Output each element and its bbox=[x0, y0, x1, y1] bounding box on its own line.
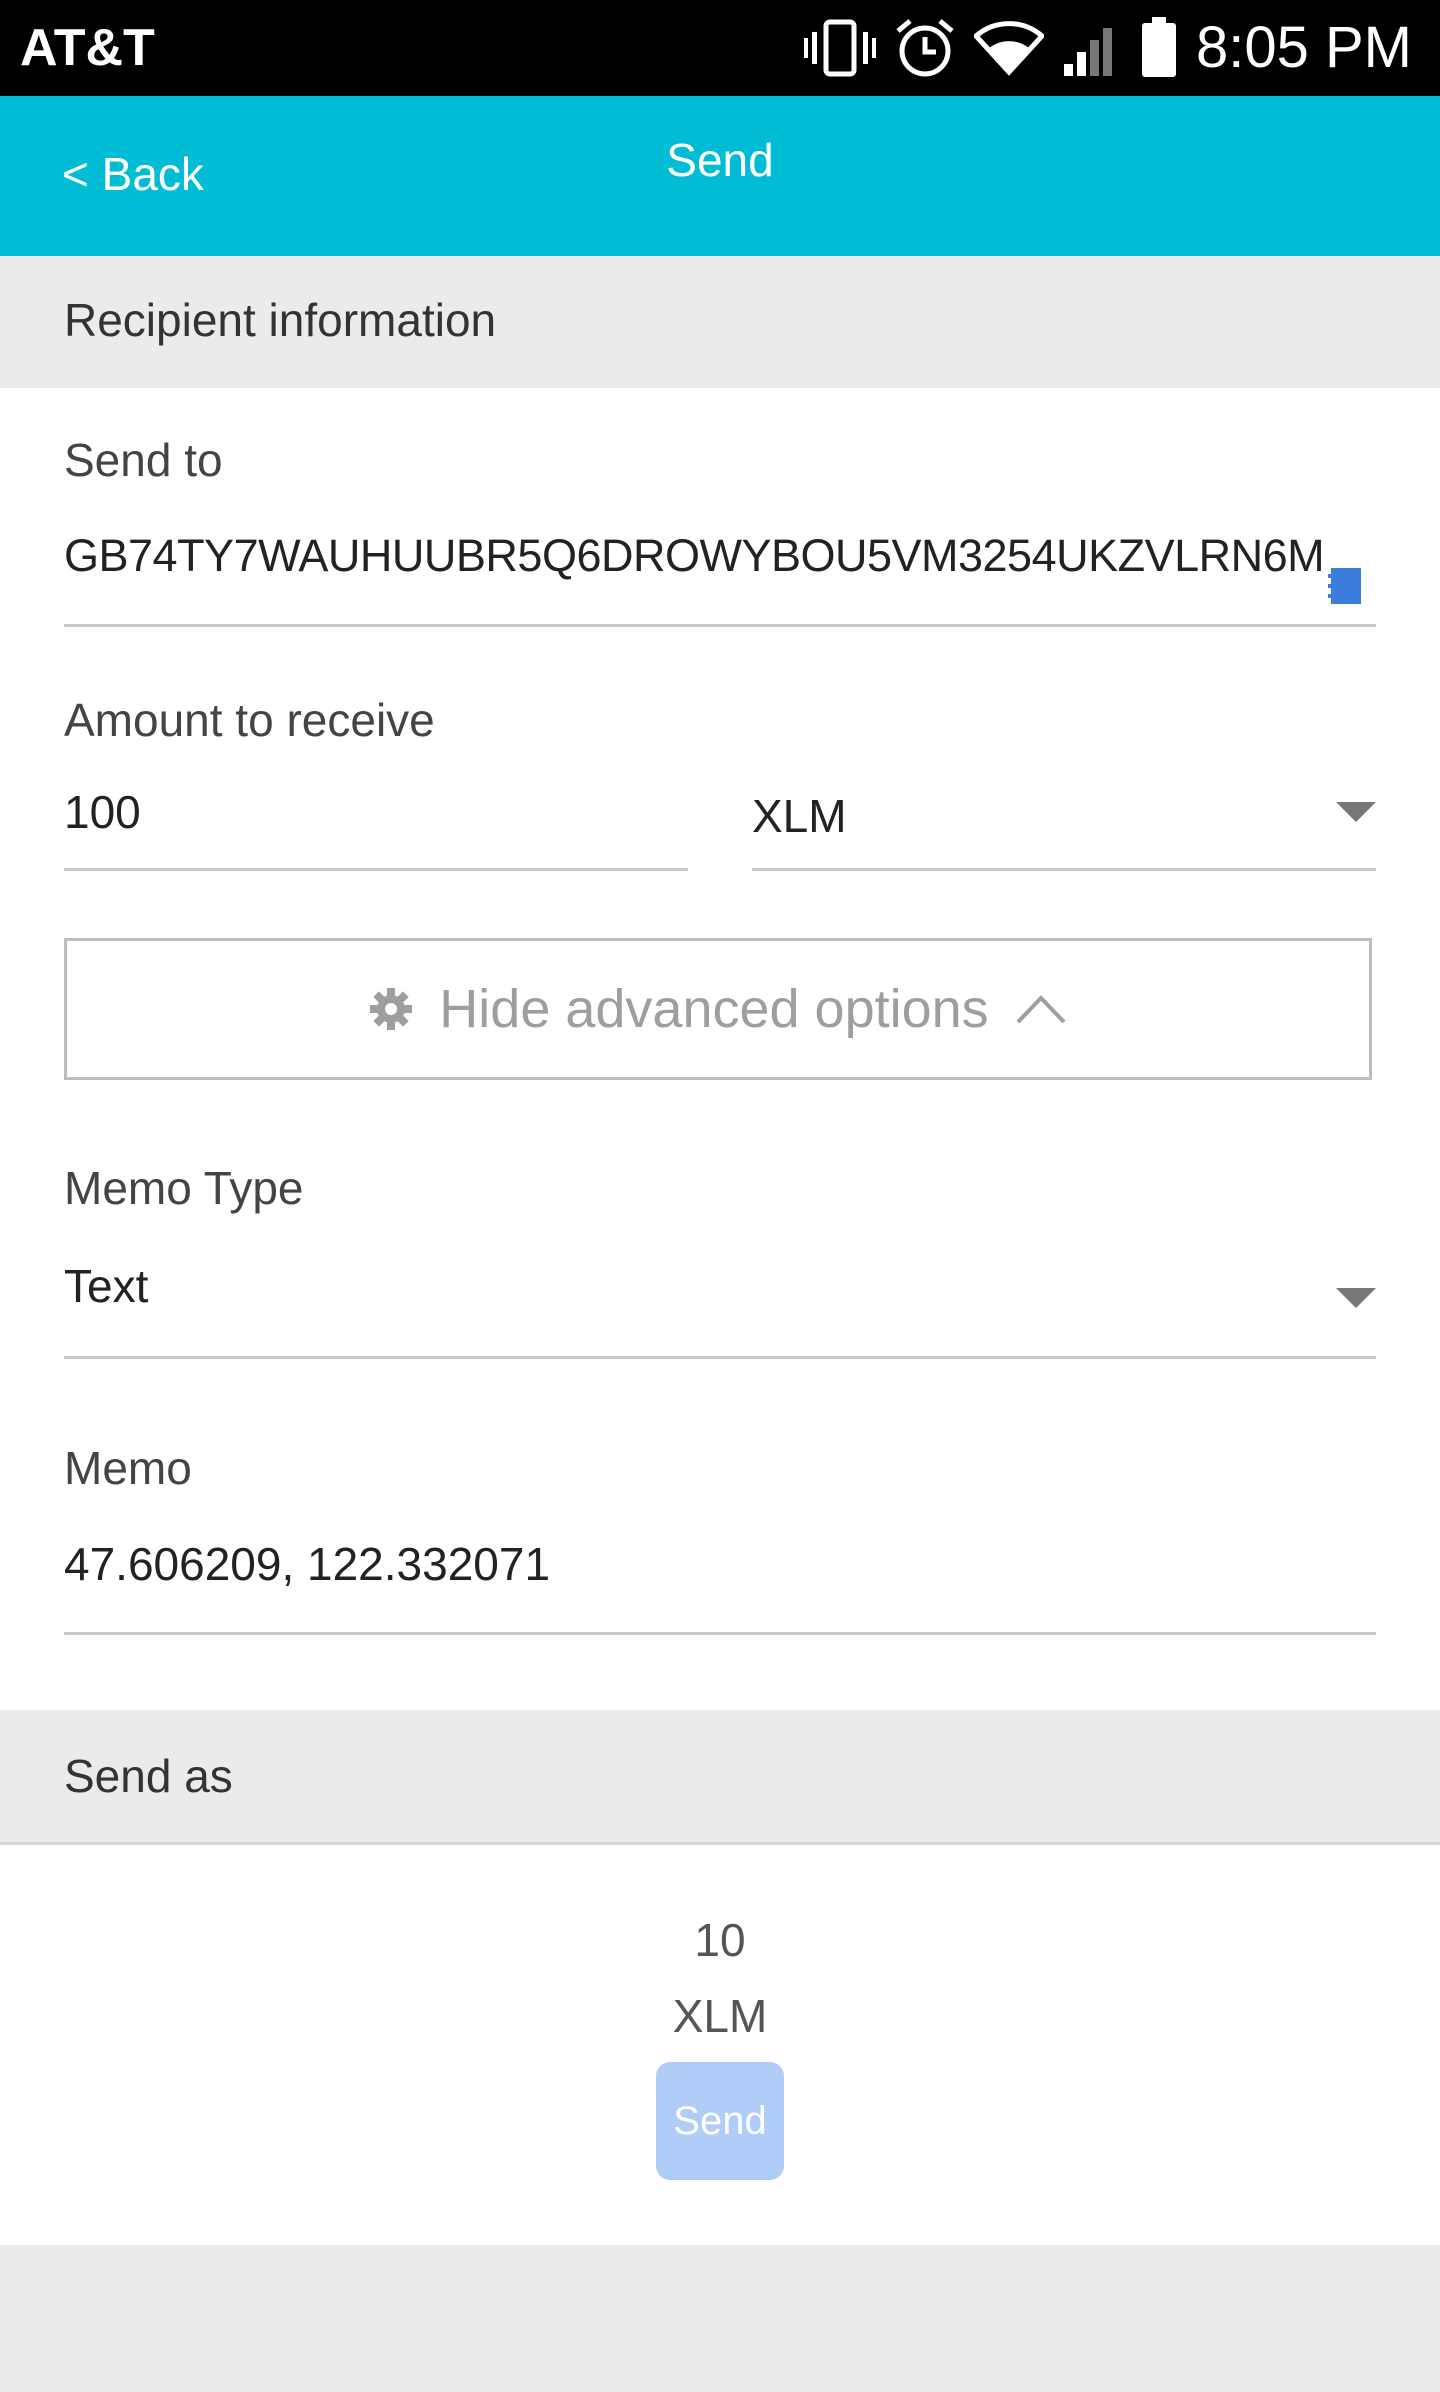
chevron-down-icon bbox=[1336, 1288, 1376, 1308]
send-as-panel bbox=[0, 1845, 1440, 2245]
send-as-asset: XLM bbox=[672, 1990, 768, 2042]
memo-type-label: Memo Type bbox=[64, 1162, 304, 1214]
page-title: Send bbox=[666, 134, 774, 186]
chevron-down-icon bbox=[1336, 802, 1376, 822]
send-as-amount: 10 bbox=[694, 1914, 746, 1966]
asset-underline bbox=[752, 868, 1376, 871]
clock: 8:05 PM bbox=[1196, 15, 1412, 80]
amount-input[interactable]: 100 bbox=[64, 784, 141, 840]
amount-underline bbox=[64, 868, 688, 871]
chevron-up-icon bbox=[1015, 993, 1067, 1025]
hide-advanced-options-button[interactable]: Hide advanced options bbox=[64, 938, 1372, 1080]
memo-type-select[interactable]: Text bbox=[64, 1252, 1376, 1352]
memo-type-underline bbox=[64, 1356, 1376, 1359]
send-to-input[interactable]: GB74TY7WAUHUUBR5Q6DROWYBOU5VM3254UKZVLRN… bbox=[64, 528, 1325, 584]
battery-icon bbox=[1140, 17, 1178, 79]
app-bar: < Back Send bbox=[0, 96, 1440, 256]
recipient-section-header: Recipient information bbox=[0, 256, 1440, 388]
memo-input[interactable]: 47.606209, 122.332071 bbox=[64, 1536, 550, 1592]
signal-icon bbox=[1062, 18, 1122, 78]
send-to-label: Send to bbox=[64, 434, 223, 486]
wifi-icon bbox=[974, 20, 1044, 76]
send-to-underline bbox=[64, 624, 1376, 627]
hide-advanced-options-label: Hide advanced options bbox=[439, 979, 989, 1039]
memo-type-value: Text bbox=[64, 1260, 149, 1312]
send-button[interactable]: Send bbox=[656, 2062, 784, 2180]
status-icons: 8:05 PM bbox=[804, 14, 1412, 82]
contact-book-icon[interactable] bbox=[1328, 566, 1362, 611]
asset-select-value: XLM bbox=[752, 790, 847, 842]
send-as-section-header: Send as bbox=[0, 1710, 1440, 1845]
status-bar: AT&T 8:05 PM bbox=[0, 0, 1440, 96]
recipient-section-title: Recipient information bbox=[64, 294, 497, 346]
memo-underline bbox=[64, 1632, 1376, 1635]
carrier-name: AT&T bbox=[20, 19, 155, 77]
vibrate-icon bbox=[804, 18, 876, 78]
gear-icon bbox=[369, 987, 413, 1031]
amount-label: Amount to receive bbox=[64, 694, 435, 746]
send-as-section-title: Send as bbox=[64, 1750, 233, 1802]
alarm-icon bbox=[894, 17, 956, 79]
asset-select[interactable]: XLM bbox=[752, 780, 1376, 870]
memo-label: Memo bbox=[64, 1442, 192, 1494]
